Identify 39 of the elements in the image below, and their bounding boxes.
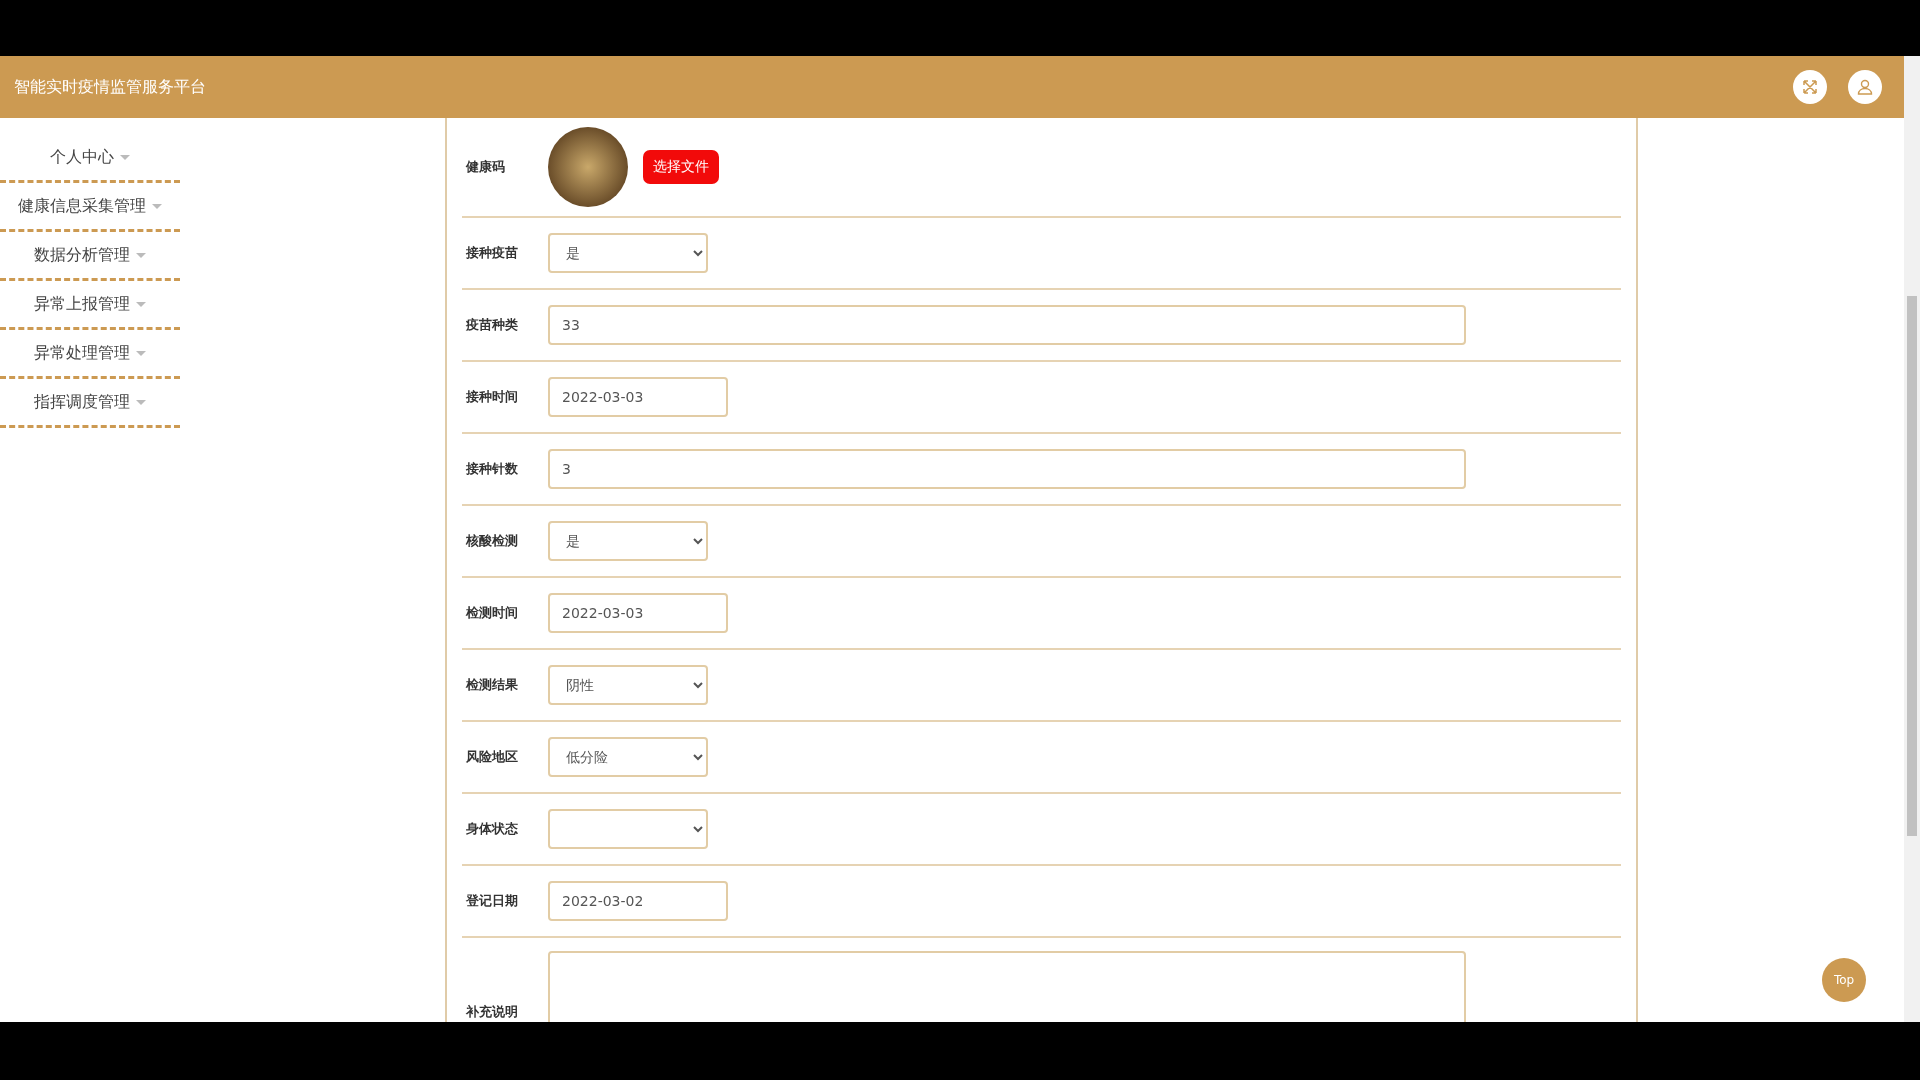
- caret-icon: [136, 301, 146, 307]
- field-label: 健康码: [466, 158, 506, 176]
- field-label: 核酸检测: [466, 532, 519, 550]
- field-label: 补充说明: [466, 1003, 519, 1021]
- caret-icon: [136, 399, 146, 405]
- scrollbar[interactable]: [1904, 56, 1920, 1022]
- sidebar-item[interactable]: 数据分析管理: [0, 232, 180, 281]
- select-field[interactable]: 是: [548, 233, 708, 273]
- sidebar-item[interactable]: 个人中心: [0, 134, 180, 183]
- select-field[interactable]: 是: [548, 521, 708, 561]
- input-field[interactable]: 3: [548, 449, 1466, 489]
- caret-icon: [136, 350, 146, 356]
- select-field[interactable]: 低分险: [548, 737, 708, 777]
- date-field[interactable]: 2022-03-03: [548, 377, 728, 417]
- field-label: 接种针数: [466, 460, 519, 478]
- field-label: 接种时间: [466, 388, 519, 406]
- caret-icon: [152, 203, 162, 209]
- select-field[interactable]: [548, 809, 708, 849]
- choose-file-button[interactable]: 选择文件: [643, 150, 719, 184]
- sidebar-item[interactable]: 健康信息采集管理: [0, 183, 180, 232]
- field-label: 检测时间: [466, 604, 519, 622]
- field-label: 检测结果: [466, 676, 519, 694]
- caret-icon: [120, 154, 130, 160]
- date-field[interactable]: 2022-03-03: [548, 593, 728, 633]
- sidebar-item[interactable]: 异常上报管理: [0, 281, 180, 330]
- field-label: 接种疫苗: [466, 244, 519, 262]
- date-field[interactable]: 2022-03-02: [548, 881, 728, 921]
- field-label: 登记日期: [466, 892, 519, 910]
- input-field[interactable]: 33: [548, 305, 1466, 345]
- caret-icon: [136, 252, 146, 258]
- field-label: 风险地区: [466, 748, 519, 766]
- sidebar-item[interactable]: 异常处理管理: [0, 330, 180, 379]
- sidebar-item[interactable]: 指挥调度管理: [0, 379, 180, 428]
- app-title: 智能实时疫情监管服务平台: [14, 76, 207, 98]
- select-field[interactable]: 阴性: [548, 665, 708, 705]
- user-icon[interactable]: [1848, 70, 1882, 104]
- fullscreen-icon[interactable]: [1793, 70, 1827, 104]
- field-label: 身体状态: [466, 820, 519, 838]
- field-label: 疫苗种类: [466, 316, 519, 334]
